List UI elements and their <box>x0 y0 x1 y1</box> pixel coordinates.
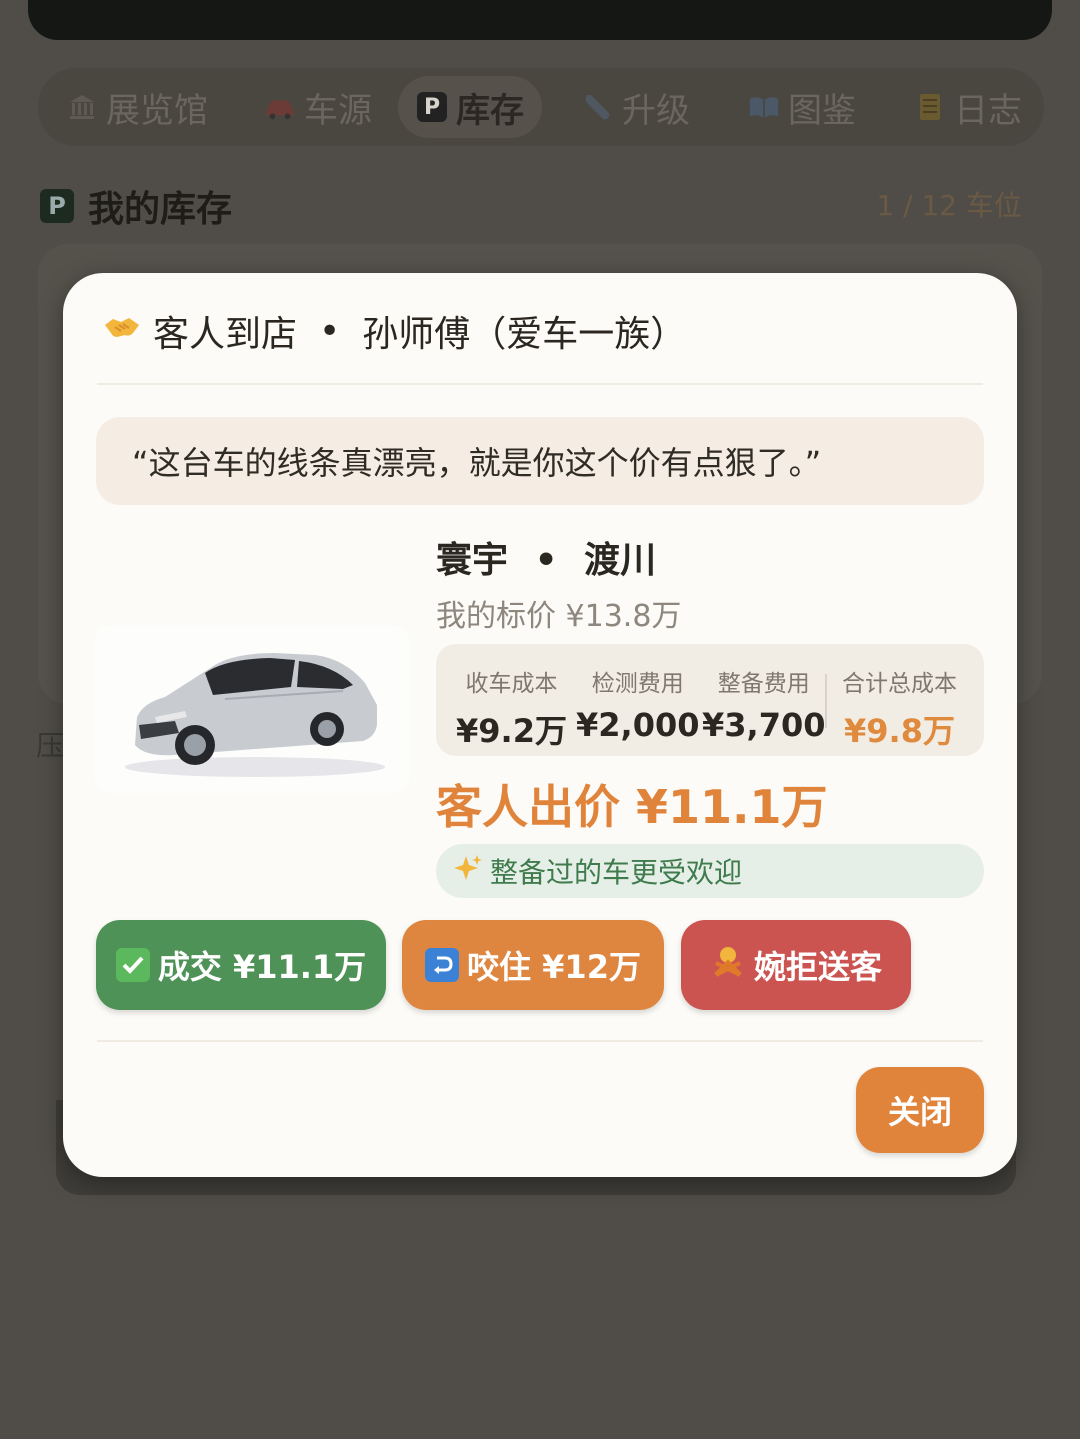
close-button[interactable]: 关闭 <box>856 1067 984 1153</box>
reject-button[interactable]: 婉拒送客 <box>681 920 911 1010</box>
cost-label: 收车成本 <box>465 671 558 697</box>
inventory-title-text: 我的库存 <box>88 189 233 230</box>
no-gesture-icon <box>710 943 746 987</box>
handshake-icon <box>103 311 141 352</box>
check-icon <box>115 948 150 982</box>
accept-label: 成交 ¥11.1万 <box>157 948 367 986</box>
footer-divider <box>97 1040 983 1042</box>
car-model: 渡川 <box>584 540 657 581</box>
dialog-header: 客人到店 • 孙师傅（爱车一族） <box>103 305 686 357</box>
tab-log[interactable]: 日志 <box>896 76 1040 138</box>
tab-car-source[interactable]: 车源 <box>246 76 390 138</box>
reject-label: 婉拒送客 <box>753 948 882 986</box>
parking-icon: P <box>40 189 74 223</box>
car-image <box>95 625 409 793</box>
return-arrow-icon <box>425 948 460 982</box>
customer-quote: “这台车的线条真漂亮，就是你这个价有点狠了。” <box>96 417 984 505</box>
inventory-title: P 我的库存 <box>40 180 232 232</box>
tab-label: 车源 <box>304 90 372 131</box>
sparkle-icon <box>452 852 484 891</box>
cost-value: ¥9.8万 <box>844 712 955 750</box>
cost-total: 合计总成本 ¥9.8万 <box>842 664 957 752</box>
tab-exhibition[interactable]: 展览馆 <box>48 76 226 138</box>
header-divider <box>97 383 983 385</box>
cost-label: 检测费用 <box>591 671 684 697</box>
cost-inspection: 检测费用 ¥2,000 <box>576 664 699 744</box>
cost-divider <box>825 674 827 728</box>
background-text: 压 <box>36 729 65 762</box>
tab-inventory[interactable]: P 库存 <box>398 76 542 138</box>
cost-label: 整备费用 <box>717 671 810 697</box>
museum-icon <box>66 91 98 123</box>
parking-icon: P <box>416 91 448 123</box>
tab-upgrade[interactable]: 升级 <box>564 76 708 138</box>
tab-label: 展览馆 <box>106 90 208 131</box>
customer-name: 孙师傅（爱车一族） <box>362 314 687 355</box>
cost-purchase: 收车成本 ¥9.2万 <box>456 664 567 752</box>
cost-refurbish: 整备费用 ¥3,700 <box>702 664 825 744</box>
counter-label: 咬住 ¥12万 <box>467 948 641 986</box>
book-icon <box>748 91 780 123</box>
customer-offer: 客人出价 ¥11.1万 <box>436 780 828 834</box>
cost-value: ¥2,000 <box>576 706 700 744</box>
dialog-title: 客人到店 <box>153 314 298 355</box>
cost-label: 合计总成本 <box>842 671 957 697</box>
tab-collection[interactable]: 图鉴 <box>730 76 874 138</box>
slot-count: 1 / 12 车位 <box>876 189 1022 222</box>
car-brand: 寰宇 <box>436 540 509 581</box>
ledger-icon <box>914 91 946 123</box>
tip-banner: 整备过的车更受欢迎 <box>436 844 984 898</box>
tab-label: 库存 <box>456 90 524 131</box>
top-bar <box>28 0 1052 40</box>
tip-text: 整备过的车更受欢迎 <box>490 856 743 889</box>
header-separator: • <box>319 310 341 352</box>
car-name-separator: • <box>534 540 558 581</box>
tab-label: 图鉴 <box>788 90 856 131</box>
list-price: 我的标价 ¥13.8万 <box>436 599 682 634</box>
counter-offer-button[interactable]: 咬住 ¥12万 <box>402 920 664 1010</box>
wrench-icon <box>582 91 614 123</box>
car-icon <box>264 91 296 123</box>
accept-deal-button[interactable]: 成交 ¥11.1万 <box>96 920 386 1010</box>
car-name: 寰宇 • 渡川 <box>436 531 656 583</box>
cost-breakdown: 收车成本 ¥9.2万 检测费用 ¥2,000 整备费用 ¥3,700 合计总成本… <box>436 644 984 756</box>
nav-tabs: 展览馆 车源 P 库存 升级 图鉴 日志 <box>38 68 1044 146</box>
cost-value: ¥3,700 <box>702 706 826 744</box>
tab-label: 升级 <box>622 90 690 131</box>
customer-dialog: 客人到店 • 孙师傅（爱车一族） “这台车的线条真漂亮，就是你这个价有点狠了。”… <box>63 273 1017 1177</box>
tab-label: 日志 <box>954 90 1022 131</box>
cost-value: ¥9.2万 <box>456 712 567 750</box>
